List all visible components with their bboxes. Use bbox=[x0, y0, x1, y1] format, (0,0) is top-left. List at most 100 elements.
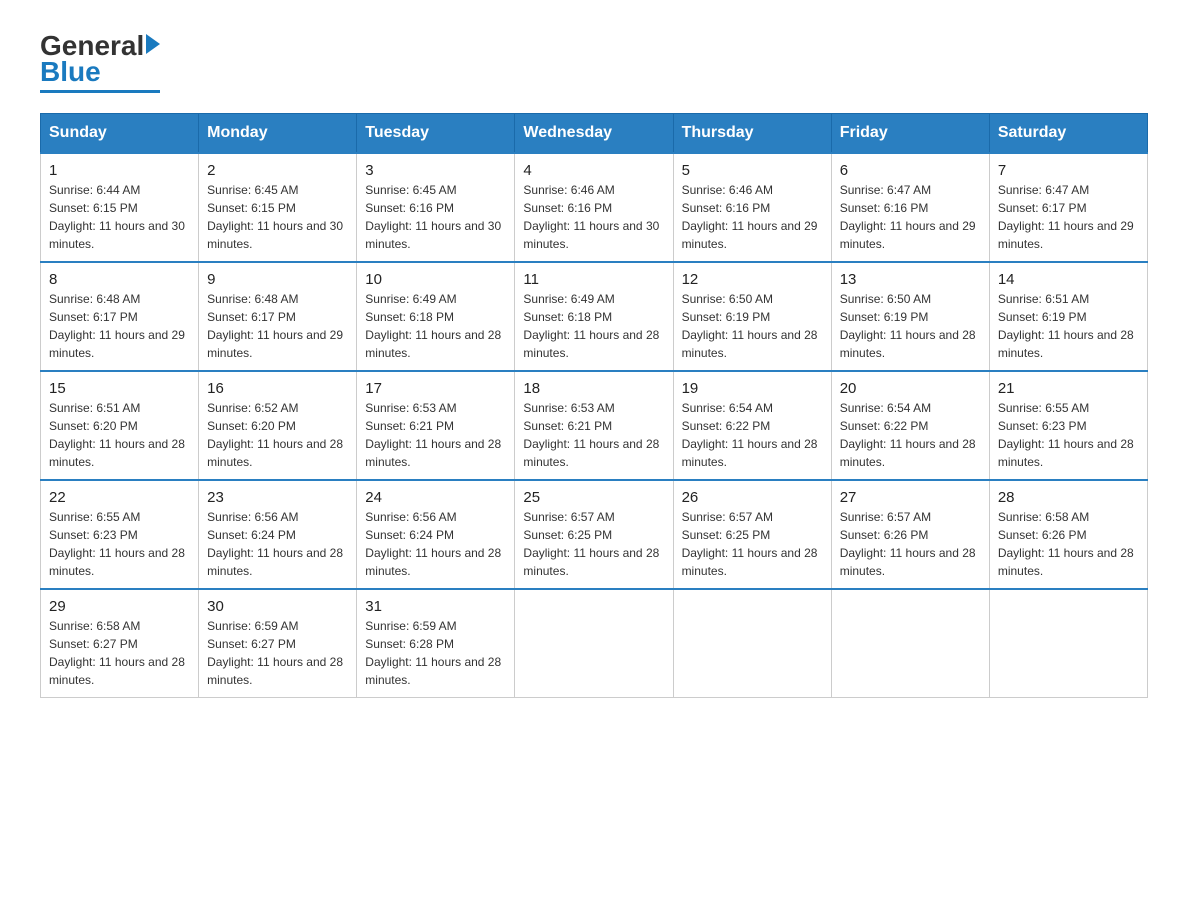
logo-triangle-icon bbox=[146, 34, 160, 54]
day-number: 14 bbox=[998, 271, 1139, 288]
day-number: 19 bbox=[682, 380, 823, 397]
day-info: Sunrise: 6:59 AMSunset: 6:28 PMDaylight:… bbox=[365, 617, 506, 689]
calendar-cell: 23 Sunrise: 6:56 AMSunset: 6:24 PMDaylig… bbox=[199, 480, 357, 589]
calendar-cell: 27 Sunrise: 6:57 AMSunset: 6:26 PMDaylig… bbox=[831, 480, 989, 589]
calendar-cell: 11 Sunrise: 6:49 AMSunset: 6:18 PMDaylig… bbox=[515, 262, 673, 371]
day-number: 23 bbox=[207, 489, 348, 506]
day-number: 9 bbox=[207, 271, 348, 288]
day-info: Sunrise: 6:55 AMSunset: 6:23 PMDaylight:… bbox=[998, 399, 1139, 471]
day-number: 12 bbox=[682, 271, 823, 288]
day-number: 8 bbox=[49, 271, 190, 288]
day-number: 26 bbox=[682, 489, 823, 506]
day-number: 24 bbox=[365, 489, 506, 506]
calendar-header-row: SundayMondayTuesdayWednesdayThursdayFrid… bbox=[41, 114, 1148, 154]
header-thursday: Thursday bbox=[673, 114, 831, 154]
calendar-week-1: 1 Sunrise: 6:44 AMSunset: 6:15 PMDayligh… bbox=[41, 153, 1148, 262]
day-info: Sunrise: 6:51 AMSunset: 6:20 PMDaylight:… bbox=[49, 399, 190, 471]
calendar-cell bbox=[989, 589, 1147, 698]
calendar-cell: 14 Sunrise: 6:51 AMSunset: 6:19 PMDaylig… bbox=[989, 262, 1147, 371]
day-info: Sunrise: 6:48 AMSunset: 6:17 PMDaylight:… bbox=[207, 290, 348, 362]
day-info: Sunrise: 6:54 AMSunset: 6:22 PMDaylight:… bbox=[840, 399, 981, 471]
day-number: 5 bbox=[682, 162, 823, 179]
day-info: Sunrise: 6:57 AMSunset: 6:25 PMDaylight:… bbox=[682, 508, 823, 580]
day-info: Sunrise: 6:57 AMSunset: 6:26 PMDaylight:… bbox=[840, 508, 981, 580]
day-info: Sunrise: 6:46 AMSunset: 6:16 PMDaylight:… bbox=[682, 181, 823, 253]
calendar-cell: 7 Sunrise: 6:47 AMSunset: 6:17 PMDayligh… bbox=[989, 153, 1147, 262]
day-number: 4 bbox=[523, 162, 664, 179]
calendar-cell: 29 Sunrise: 6:58 AMSunset: 6:27 PMDaylig… bbox=[41, 589, 199, 698]
calendar-cell: 2 Sunrise: 6:45 AMSunset: 6:15 PMDayligh… bbox=[199, 153, 357, 262]
calendar-cell bbox=[515, 589, 673, 698]
calendar-cell: 21 Sunrise: 6:55 AMSunset: 6:23 PMDaylig… bbox=[989, 371, 1147, 480]
day-info: Sunrise: 6:58 AMSunset: 6:26 PMDaylight:… bbox=[998, 508, 1139, 580]
calendar-cell: 5 Sunrise: 6:46 AMSunset: 6:16 PMDayligh… bbox=[673, 153, 831, 262]
day-number: 22 bbox=[49, 489, 190, 506]
day-info: Sunrise: 6:46 AMSunset: 6:16 PMDaylight:… bbox=[523, 181, 664, 253]
day-number: 25 bbox=[523, 489, 664, 506]
calendar-cell: 15 Sunrise: 6:51 AMSunset: 6:20 PMDaylig… bbox=[41, 371, 199, 480]
header-friday: Friday bbox=[831, 114, 989, 154]
day-info: Sunrise: 6:51 AMSunset: 6:19 PMDaylight:… bbox=[998, 290, 1139, 362]
calendar-cell: 22 Sunrise: 6:55 AMSunset: 6:23 PMDaylig… bbox=[41, 480, 199, 589]
day-info: Sunrise: 6:48 AMSunset: 6:17 PMDaylight:… bbox=[49, 290, 190, 362]
day-info: Sunrise: 6:54 AMSunset: 6:22 PMDaylight:… bbox=[682, 399, 823, 471]
calendar-cell: 8 Sunrise: 6:48 AMSunset: 6:17 PMDayligh… bbox=[41, 262, 199, 371]
day-number: 27 bbox=[840, 489, 981, 506]
calendar-cell: 1 Sunrise: 6:44 AMSunset: 6:15 PMDayligh… bbox=[41, 153, 199, 262]
calendar-cell: 12 Sunrise: 6:50 AMSunset: 6:19 PMDaylig… bbox=[673, 262, 831, 371]
day-number: 6 bbox=[840, 162, 981, 179]
calendar-cell bbox=[673, 589, 831, 698]
day-number: 20 bbox=[840, 380, 981, 397]
day-info: Sunrise: 6:56 AMSunset: 6:24 PMDaylight:… bbox=[365, 508, 506, 580]
day-info: Sunrise: 6:45 AMSunset: 6:16 PMDaylight:… bbox=[365, 181, 506, 253]
header-wednesday: Wednesday bbox=[515, 114, 673, 154]
day-number: 30 bbox=[207, 598, 348, 615]
day-number: 18 bbox=[523, 380, 664, 397]
day-number: 11 bbox=[523, 271, 664, 288]
day-info: Sunrise: 6:44 AMSunset: 6:15 PMDaylight:… bbox=[49, 181, 190, 253]
calendar-cell: 9 Sunrise: 6:48 AMSunset: 6:17 PMDayligh… bbox=[199, 262, 357, 371]
day-info: Sunrise: 6:53 AMSunset: 6:21 PMDaylight:… bbox=[523, 399, 664, 471]
calendar-week-3: 15 Sunrise: 6:51 AMSunset: 6:20 PMDaylig… bbox=[41, 371, 1148, 480]
day-info: Sunrise: 6:57 AMSunset: 6:25 PMDaylight:… bbox=[523, 508, 664, 580]
calendar-cell: 4 Sunrise: 6:46 AMSunset: 6:16 PMDayligh… bbox=[515, 153, 673, 262]
logo-underline bbox=[40, 90, 160, 93]
day-number: 15 bbox=[49, 380, 190, 397]
calendar-cell: 3 Sunrise: 6:45 AMSunset: 6:16 PMDayligh… bbox=[357, 153, 515, 262]
day-info: Sunrise: 6:56 AMSunset: 6:24 PMDaylight:… bbox=[207, 508, 348, 580]
logo-blue-text: Blue bbox=[40, 56, 101, 88]
calendar-cell: 31 Sunrise: 6:59 AMSunset: 6:28 PMDaylig… bbox=[357, 589, 515, 698]
day-info: Sunrise: 6:50 AMSunset: 6:19 PMDaylight:… bbox=[840, 290, 981, 362]
calendar-cell: 20 Sunrise: 6:54 AMSunset: 6:22 PMDaylig… bbox=[831, 371, 989, 480]
calendar-cell: 28 Sunrise: 6:58 AMSunset: 6:26 PMDaylig… bbox=[989, 480, 1147, 589]
day-info: Sunrise: 6:55 AMSunset: 6:23 PMDaylight:… bbox=[49, 508, 190, 580]
header-tuesday: Tuesday bbox=[357, 114, 515, 154]
header-saturday: Saturday bbox=[989, 114, 1147, 154]
day-number: 17 bbox=[365, 380, 506, 397]
calendar-cell: 25 Sunrise: 6:57 AMSunset: 6:25 PMDaylig… bbox=[515, 480, 673, 589]
day-info: Sunrise: 6:49 AMSunset: 6:18 PMDaylight:… bbox=[523, 290, 664, 362]
day-info: Sunrise: 6:59 AMSunset: 6:27 PMDaylight:… bbox=[207, 617, 348, 689]
day-number: 3 bbox=[365, 162, 506, 179]
calendar-table: SundayMondayTuesdayWednesdayThursdayFrid… bbox=[40, 113, 1148, 698]
day-number: 29 bbox=[49, 598, 190, 615]
day-number: 28 bbox=[998, 489, 1139, 506]
day-number: 13 bbox=[840, 271, 981, 288]
header-sunday: Sunday bbox=[41, 114, 199, 154]
day-info: Sunrise: 6:52 AMSunset: 6:20 PMDaylight:… bbox=[207, 399, 348, 471]
page-header: General Blue bbox=[40, 30, 1148, 93]
calendar-cell: 6 Sunrise: 6:47 AMSunset: 6:16 PMDayligh… bbox=[831, 153, 989, 262]
calendar-cell: 10 Sunrise: 6:49 AMSunset: 6:18 PMDaylig… bbox=[357, 262, 515, 371]
calendar-week-2: 8 Sunrise: 6:48 AMSunset: 6:17 PMDayligh… bbox=[41, 262, 1148, 371]
day-number: 7 bbox=[998, 162, 1139, 179]
day-info: Sunrise: 6:45 AMSunset: 6:15 PMDaylight:… bbox=[207, 181, 348, 253]
calendar-week-4: 22 Sunrise: 6:55 AMSunset: 6:23 PMDaylig… bbox=[41, 480, 1148, 589]
day-info: Sunrise: 6:47 AMSunset: 6:17 PMDaylight:… bbox=[998, 181, 1139, 253]
day-number: 16 bbox=[207, 380, 348, 397]
calendar-cell: 24 Sunrise: 6:56 AMSunset: 6:24 PMDaylig… bbox=[357, 480, 515, 589]
calendar-cell: 18 Sunrise: 6:53 AMSunset: 6:21 PMDaylig… bbox=[515, 371, 673, 480]
calendar-cell: 26 Sunrise: 6:57 AMSunset: 6:25 PMDaylig… bbox=[673, 480, 831, 589]
calendar-cell: 16 Sunrise: 6:52 AMSunset: 6:20 PMDaylig… bbox=[199, 371, 357, 480]
day-number: 2 bbox=[207, 162, 348, 179]
calendar-cell: 13 Sunrise: 6:50 AMSunset: 6:19 PMDaylig… bbox=[831, 262, 989, 371]
